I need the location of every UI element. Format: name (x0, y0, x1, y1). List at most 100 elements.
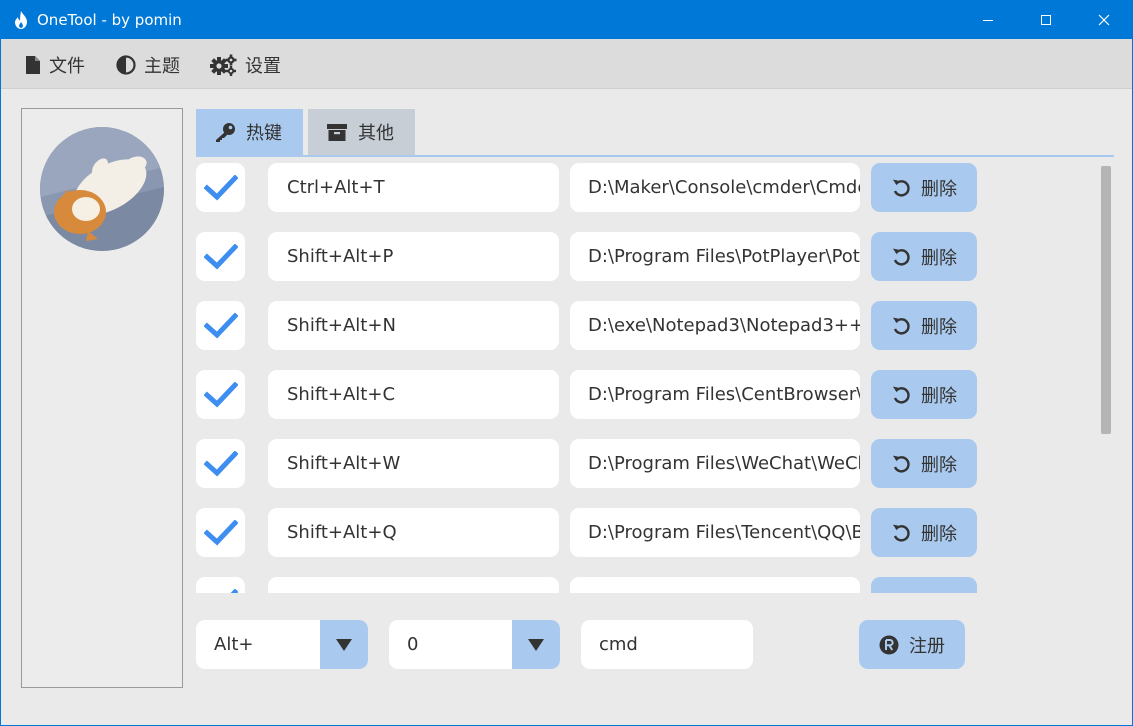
hotkey-row: Shift+Alt+WD:\Program Files\WeChat\WeCha… (196, 434, 1096, 488)
enabled-checkbox[interactable] (196, 301, 245, 350)
program-path-field[interactable]: D:\Program Files\CentBrowser\chrome.exe (570, 370, 860, 419)
delete-button[interactable]: 删除 (871, 370, 977, 419)
delete-label: 删除 (921, 385, 957, 407)
key-select[interactable]: 0 (389, 620, 560, 669)
hotkey-field[interactable]: Shift+Alt+C (268, 370, 559, 419)
enabled-checkbox[interactable] (196, 577, 245, 593)
register-label: 注册 (909, 635, 945, 657)
tab-divider (196, 155, 1114, 157)
close-icon (1098, 14, 1110, 26)
hotkey-field[interactable]: Shift+Alt+P (268, 232, 559, 281)
program-path-field[interactable]: D:\Maker\Console\cmder\Cmder.exe (570, 163, 860, 212)
delete-button[interactable]: 删除 (871, 301, 977, 350)
avatar (40, 127, 164, 251)
enabled-checkbox[interactable] (196, 163, 245, 212)
checkmark-icon (203, 519, 238, 545)
delete-button[interactable]: 删除 (871, 577, 977, 593)
command-input[interactable] (581, 620, 753, 669)
enabled-checkbox[interactable] (196, 370, 245, 419)
menu-settings-label: 设置 (245, 56, 281, 77)
undo-icon (892, 386, 910, 404)
hotkey-row: Shift+Alt+CD:\Program Files\CentBrowser\… (196, 365, 1096, 419)
modifier-dropdown-button[interactable] (320, 620, 368, 669)
tab-hotkey-label: 热键 (246, 123, 282, 144)
maximize-icon (1041, 15, 1051, 25)
program-path-field[interactable]: D:\Program Files\WeChat\WeChat.exe (570, 439, 860, 488)
delete-label: 删除 (921, 316, 957, 338)
key-dropdown-button[interactable] (512, 620, 560, 669)
undo-icon (892, 248, 910, 266)
hotkey-field[interactable]: Shift+Alt+Q (268, 508, 559, 557)
menu-file[interactable]: 文件 (25, 52, 85, 78)
menu-bar: 文件 主题 设置 (1, 39, 1132, 89)
checkmark-icon (203, 243, 238, 269)
menu-theme-label: 主题 (144, 56, 180, 77)
delete-button[interactable]: 删除 (871, 508, 977, 557)
program-path-field[interactable]: D:\Program Files\PotPlayer\PotPlayerMini… (570, 232, 860, 281)
app-window: OneTool - by pomin 文件 主题 设置 热键 其他 Ctrl+A… (0, 0, 1133, 726)
key-icon (216, 123, 235, 142)
undo-icon (892, 455, 910, 473)
hotkey-field[interactable]: Ctrl+Alt+T (268, 163, 559, 212)
contrast-icon (116, 55, 136, 75)
hotkey-row: Shift+Alt+Q D:\Program Files\Tencent\QQ\B… (196, 503, 1096, 557)
delete-label: 删除 (921, 589, 957, 594)
program-path-field[interactable]: D:\Program Files\Tencent\QQ\Bin\QQ.exe (570, 508, 860, 557)
caret-down-icon (336, 638, 352, 651)
undo-icon (892, 179, 910, 197)
checkmark-icon (203, 381, 238, 407)
hotkey-row: Ctrl+Alt+TD:\Maker\Console\cmder\Cmder.e… (196, 158, 1096, 212)
flame-icon (15, 11, 27, 29)
tab-other[interactable]: 其他 (308, 109, 415, 155)
undo-icon (892, 317, 910, 335)
scrollbar-thumb[interactable] (1101, 166, 1111, 434)
key-value: 0 (407, 634, 419, 655)
checkmark-icon (203, 450, 238, 476)
caret-down-icon (528, 638, 544, 651)
undo-icon (891, 592, 911, 594)
delete-button[interactable]: 删除 (871, 232, 977, 281)
hotkey-row: Shift+Alt+P D:\Program Files\PotPlayer\Po… (196, 227, 1096, 281)
maximize-button[interactable] (1017, 1, 1075, 39)
gears-icon (210, 54, 237, 76)
hotkey-field[interactable]: Shift+Alt+W (268, 439, 559, 488)
delete-label: 删除 (921, 454, 957, 476)
enabled-checkbox[interactable] (196, 508, 245, 557)
checkmark-icon (229, 588, 238, 593)
checkmark-icon (203, 312, 238, 338)
close-button[interactable] (1075, 1, 1133, 39)
modifier-select[interactable]: Alt+ (196, 620, 368, 669)
modifier-value: Alt+ (214, 634, 254, 655)
delete-button[interactable]: 删除 (871, 439, 977, 488)
hotkey-field[interactable]: Shift+Alt+N (268, 301, 559, 350)
tab-other-label: 其他 (358, 123, 394, 144)
enabled-checkbox[interactable] (196, 232, 245, 281)
cat-photo-avatar (40, 127, 164, 251)
menu-settings[interactable]: 设置 (209, 52, 281, 78)
hotkey-row: Shift+Alt+ND:\exe\Notepad3\Notepad3++.ex… (196, 296, 1096, 350)
registered-icon (879, 635, 899, 654)
register-button[interactable]: 注册 (859, 620, 965, 669)
delete-label: 删除 (921, 178, 957, 200)
delete-label: 删除 (921, 523, 957, 545)
hotkey-list[interactable]: Ctrl+Alt+TD:\Maker\Console\cmder\Cmder.e… (196, 158, 1096, 593)
hotkey-row: 删除 (196, 572, 1096, 593)
archive-icon (327, 124, 347, 141)
tab-hotkey[interactable]: 热键 (196, 109, 303, 155)
sidebar (21, 108, 183, 688)
program-path-field[interactable]: D:\exe\Notepad3\Notepad3++.exe (570, 301, 860, 350)
menu-theme[interactable]: 主题 (116, 52, 180, 78)
checkmark-icon (203, 174, 238, 200)
window-title: OneTool - by pomin (37, 11, 182, 29)
title-bar[interactable]: OneTool - by pomin (1, 1, 1132, 39)
delete-label: 删除 (921, 247, 957, 269)
file-icon (26, 56, 40, 74)
minimize-button[interactable] (959, 1, 1017, 39)
delete-button[interactable]: 删除 (871, 163, 977, 212)
minimize-icon (983, 20, 993, 21)
menu-file-label: 文件 (49, 56, 85, 77)
program-path-field[interactable] (570, 577, 860, 593)
hotkey-field[interactable] (268, 577, 559, 593)
undo-icon (892, 524, 910, 542)
enabled-checkbox[interactable] (196, 439, 245, 488)
